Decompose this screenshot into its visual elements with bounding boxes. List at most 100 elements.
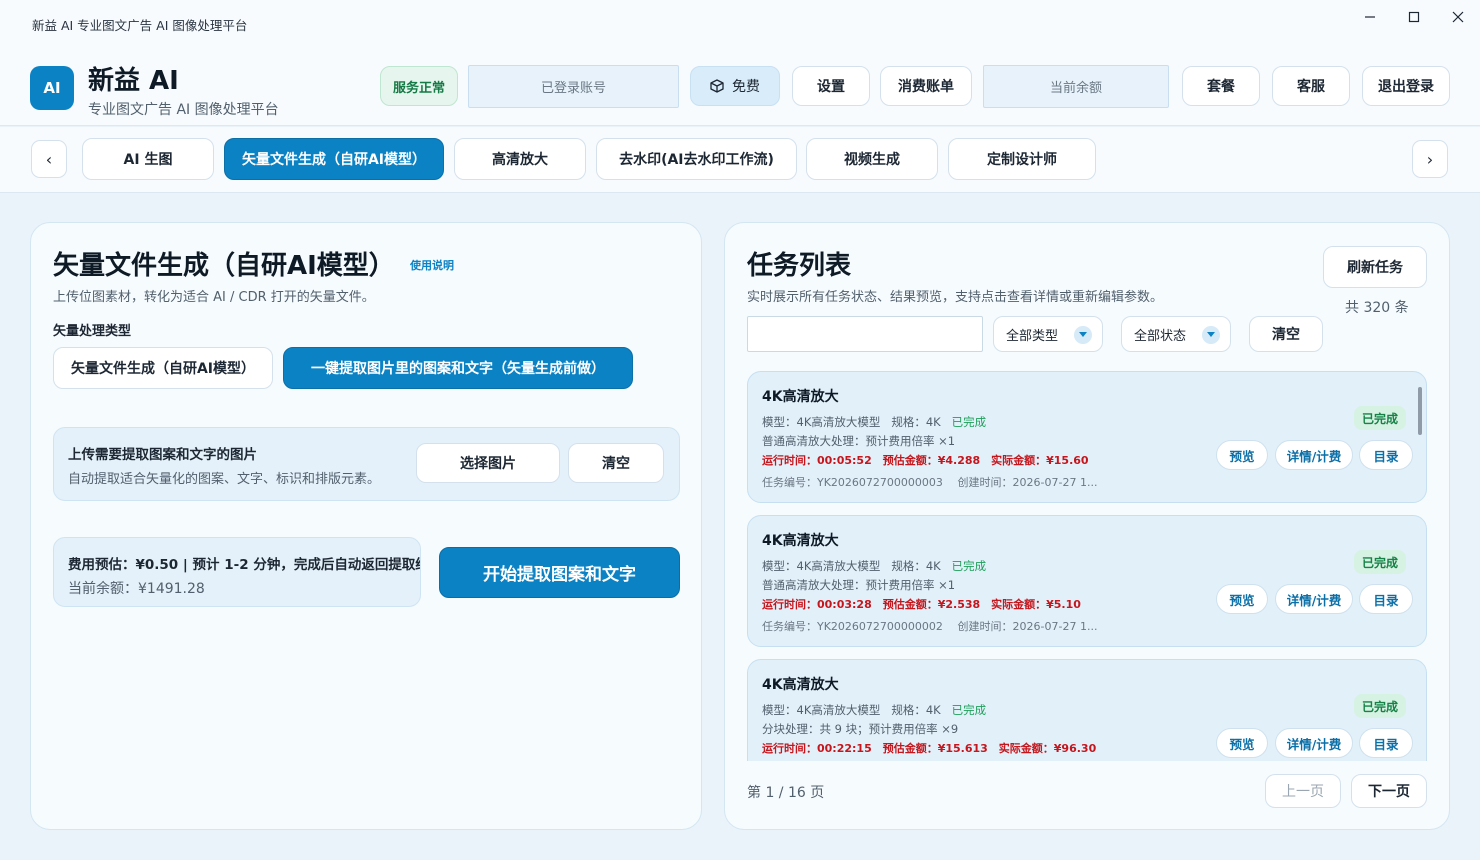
- next-page-button[interactable]: 下一页: [1351, 774, 1427, 808]
- logout-button[interactable]: 退出登录: [1362, 66, 1450, 106]
- task-list-description: 实时展示所有任务状态、结果预览，支持点击查看详情或重新编辑参数。: [747, 290, 1164, 305]
- task-list-title: 任务列表: [747, 251, 852, 281]
- task-estimated-cost: 预估金额：¥4.288: [882, 454, 981, 467]
- account-field[interactable]: 已登录账号: [468, 65, 679, 108]
- task-spec: 规格：4K: [891, 703, 941, 717]
- prev-page-button[interactable]: 上一页: [1265, 774, 1341, 808]
- type-option-vector-file[interactable]: 矢量文件生成（自研AI模型）: [53, 347, 273, 389]
- task-state: 已完成: [951, 415, 987, 429]
- tabs-next-button[interactable]: ›: [1412, 140, 1448, 178]
- tab-video-generation[interactable]: 视频生成: [806, 138, 938, 180]
- task-detail-button[interactable]: 详情/计费: [1275, 584, 1353, 614]
- task-ids-line: 任务编号：YK2026072700000002 创建时间：2026-07-27 …: [762, 618, 1097, 634]
- task-detail-button[interactable]: 详情/计费: [1275, 728, 1353, 758]
- task-card[interactable]: 4K高清放大 模型：4K高清放大模型 规格：4K 已完成 分块处理：共 9 块；…: [747, 659, 1427, 761]
- task-actual-cost: 实际金额：¥96.30: [998, 742, 1097, 755]
- task-estimated-cost: 预估金额：¥15.613: [882, 742, 988, 755]
- minimize-icon[interactable]: [1355, 6, 1385, 28]
- task-preview-button[interactable]: 预览: [1216, 584, 1268, 614]
- task-mode: 普通高清放大处理：预计费用倍率 ×1: [762, 434, 956, 448]
- cost-estimate-text: 费用预估：¥0.50 | 预计 1-2 分钟，完成后自动返回提取结果: [68, 557, 421, 573]
- task-actual-cost: 实际金额：¥15.60: [991, 454, 1089, 467]
- tab-ai-image[interactable]: AI 生图: [82, 138, 214, 180]
- maximize-icon[interactable]: [1399, 6, 1429, 28]
- task-mode: 分块处理：共 9 块；预计费用倍率 ×9: [762, 722, 959, 736]
- task-card[interactable]: 4K高清放大 模型：4K高清放大模型 规格：4K 已完成 普通高清放大处理：预计…: [747, 515, 1427, 647]
- task-cost-line: 运行时间：00:03:28 预估金额：¥2.538 实际金额：¥5.10: [762, 596, 1081, 612]
- task-list[interactable]: 4K高清放大 模型：4K高清放大模型 规格：4K 已完成 普通高清放大处理：预计…: [747, 371, 1429, 761]
- box-icon: [710, 79, 724, 93]
- billing-button[interactable]: 消费账单: [880, 66, 972, 106]
- balance-field[interactable]: 当前余额: [983, 65, 1169, 108]
- task-cost-line: 运行时间：00:22:15 预估金额：¥15.613 实际金额：¥96.30: [762, 740, 1096, 756]
- cost-estimate-card: 费用预估：¥0.50 | 预计 1-2 分钟，完成后自动返回提取结果 当前余额：…: [53, 537, 421, 607]
- task-ids-line: 任务编号：YK2026072700000003 创建时间：2026-07-27 …: [762, 474, 1097, 490]
- task-cost-line: 运行时间：00:05:52 预估金额：¥4.288 实际金额：¥15.60: [762, 452, 1089, 468]
- task-type-filter[interactable]: 全部类型: [993, 316, 1103, 352]
- upload-card: 上传需要提取图案和文字的图片 自动提取适合矢量化的图案、文字、标识和排版元素。 …: [53, 427, 680, 501]
- start-extraction-button[interactable]: 开始提取图案和文字: [439, 547, 680, 598]
- vector-type-label: 矢量处理类型: [53, 324, 132, 339]
- task-number: 任务编号：YK2026072700000002: [762, 620, 943, 633]
- task-directory-button[interactable]: 目录: [1359, 440, 1413, 470]
- task-status-badge: 已完成: [1353, 550, 1406, 574]
- tab-custom-designer[interactable]: 定制设计师: [948, 138, 1096, 180]
- panel-description: 上传位图素材，转化为适合 AI / CDR 打开的矢量文件。: [53, 290, 375, 305]
- upload-description: 自动提取适合矢量化的图案、文字、标识和排版元素。: [68, 472, 381, 487]
- task-preview-button[interactable]: 预览: [1216, 728, 1268, 758]
- clear-upload-button[interactable]: 清空: [568, 443, 664, 483]
- tab-watermark-removal[interactable]: 去水印(AI去水印工作流): [596, 138, 797, 180]
- task-list-scrollbar[interactable]: [1418, 387, 1422, 435]
- free-plan-label: 免费: [732, 79, 760, 95]
- task-actual-cost: 实际金额：¥5.10: [991, 598, 1081, 611]
- choose-image-button[interactable]: 选择图片: [416, 443, 560, 483]
- plans-button[interactable]: 套餐: [1182, 66, 1260, 106]
- page-info: 第 1 / 16 页: [747, 785, 825, 801]
- task-spec: 规格：4K: [891, 559, 941, 573]
- task-status-badge: 已完成: [1353, 406, 1406, 430]
- close-icon[interactable]: [1443, 6, 1473, 28]
- clear-filters-button[interactable]: 清空: [1249, 316, 1323, 352]
- upload-title: 上传需要提取图案和文字的图片: [68, 447, 257, 463]
- app-name: 新益 AI: [88, 66, 179, 96]
- task-state: 已完成: [951, 559, 987, 573]
- task-title: 4K高清放大: [762, 677, 839, 693]
- task-directory-button[interactable]: 目录: [1359, 728, 1413, 758]
- task-model: 模型：4K高清放大模型: [762, 559, 881, 573]
- task-created-time: 创建时间：2026-07-27 1...: [957, 620, 1098, 633]
- task-search-input[interactable]: [747, 316, 983, 352]
- task-status-filter[interactable]: 全部状态: [1121, 316, 1231, 352]
- help-link[interactable]: 使用说明: [410, 257, 454, 273]
- tabs-prev-button[interactable]: ‹: [31, 140, 67, 178]
- tab-vector-generation[interactable]: 矢量文件生成（自研AI模型）: [224, 138, 444, 180]
- task-model: 模型：4K高清放大模型: [762, 415, 881, 429]
- support-button[interactable]: 客服: [1272, 66, 1350, 106]
- type-option-extract-pattern-text[interactable]: 一键提取图片里的图案和文字（矢量生成前做）: [283, 347, 633, 389]
- tab-upscale[interactable]: 高清放大: [454, 138, 586, 180]
- task-detail-button[interactable]: 详情/计费: [1275, 440, 1353, 470]
- task-total-count: 共 320 条: [1345, 300, 1409, 316]
- free-plan-button[interactable]: 免费: [690, 66, 780, 106]
- app-logo: AI: [30, 66, 74, 110]
- chevron-down-icon: [1202, 326, 1220, 344]
- task-runtime: 运行时间：00:05:52: [762, 454, 872, 467]
- task-card[interactable]: 4K高清放大 模型：4K高清放大模型 规格：4K 已完成 普通高清放大处理：预计…: [747, 371, 1427, 503]
- current-balance-text: 当前余额：¥1491.28: [68, 581, 205, 597]
- task-title: 4K高清放大: [762, 533, 839, 549]
- task-number: 任务编号：YK2026072700000003: [762, 476, 943, 489]
- task-title: 4K高清放大: [762, 389, 839, 405]
- window-title: 新益 AI 专业图文广告 AI 图像处理平台: [32, 18, 248, 33]
- vector-generation-panel: 矢量文件生成（自研AI模型） 使用说明 上传位图素材，转化为适合 AI / CD…: [30, 222, 702, 830]
- task-meta: 模型：4K高清放大模型 规格：4K 已完成: [762, 702, 986, 718]
- task-status-badge: 已完成: [1353, 694, 1406, 718]
- settings-button[interactable]: 设置: [792, 66, 870, 106]
- task-runtime: 运行时间：00:03:28: [762, 598, 872, 611]
- task-spec: 规格：4K: [891, 415, 941, 429]
- task-directory-button[interactable]: 目录: [1359, 584, 1413, 614]
- refresh-tasks-button[interactable]: 刷新任务: [1323, 246, 1427, 288]
- task-model: 模型：4K高清放大模型: [762, 703, 881, 717]
- task-estimated-cost: 预估金额：¥2.538: [882, 598, 981, 611]
- task-preview-button[interactable]: 预览: [1216, 440, 1268, 470]
- task-state: 已完成: [951, 703, 987, 717]
- app-header: AI 新益 AI 专业图文广告 AI 图像处理平台 服务正常 已登录账号 免费 …: [0, 46, 1480, 126]
